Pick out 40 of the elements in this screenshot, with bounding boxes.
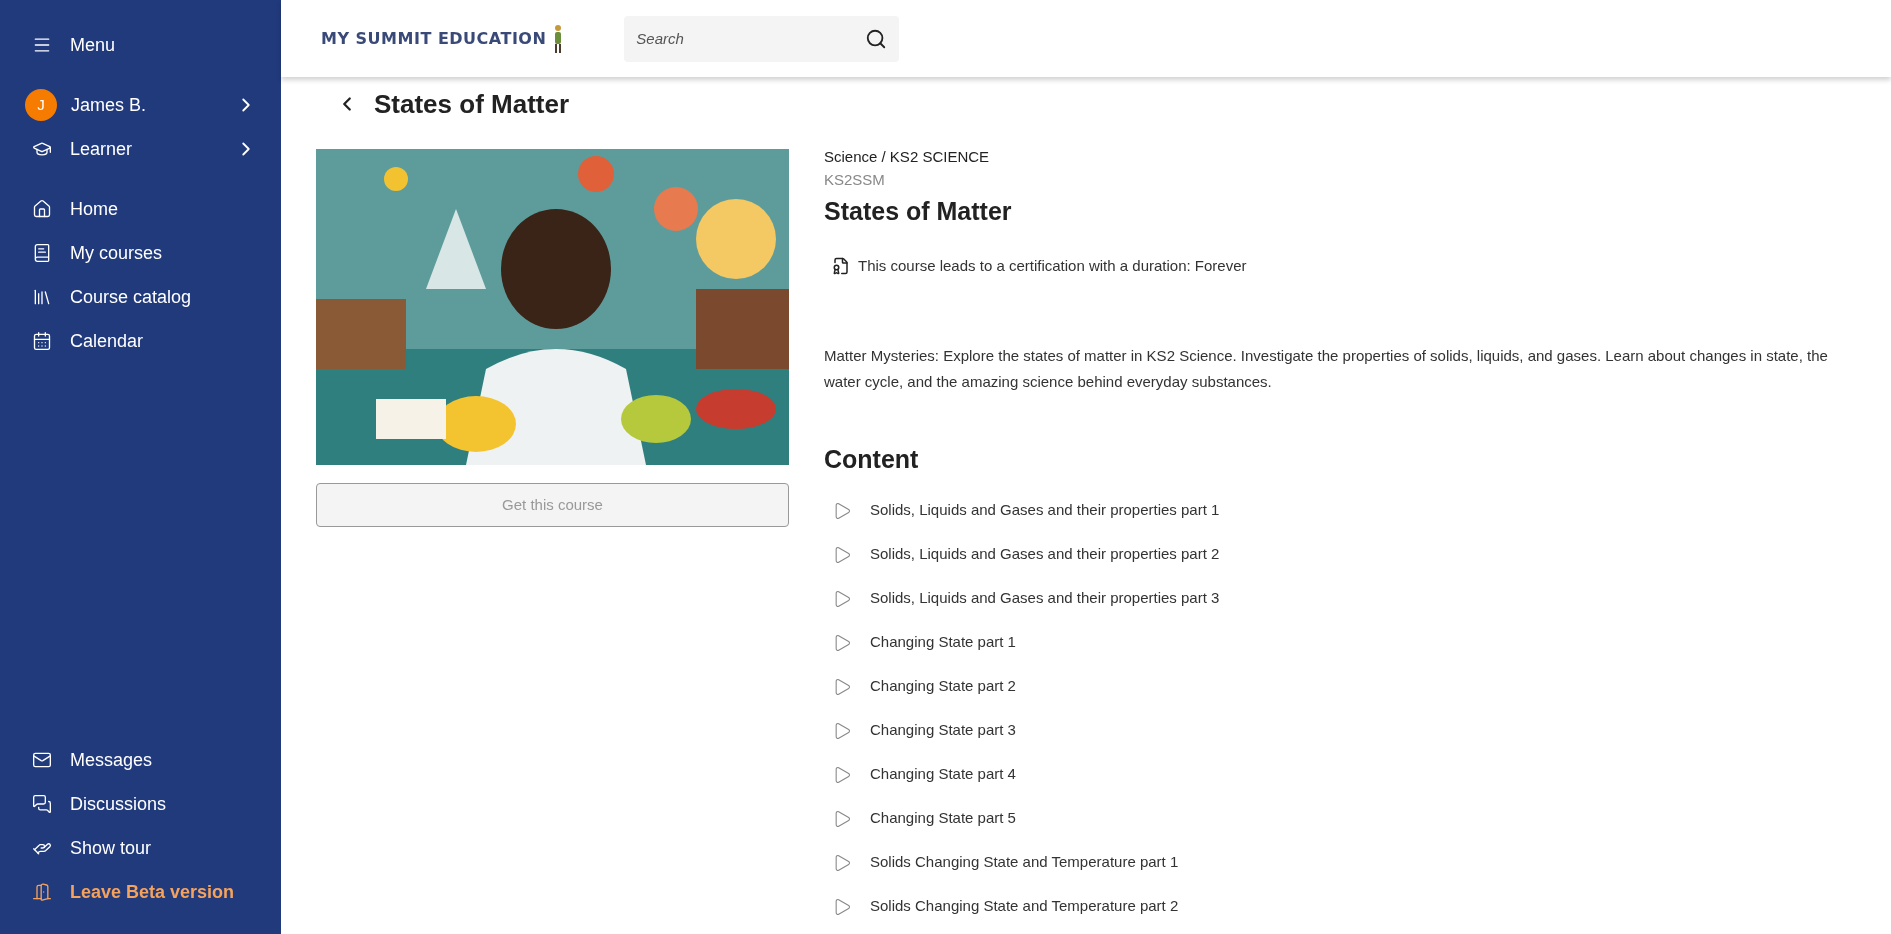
search-icon[interactable] <box>865 27 888 50</box>
lesson-link[interactable]: Changing State part 5 <box>870 807 1016 830</box>
breadcrumb: Science / KS2 SCIENCE <box>824 147 991 167</box>
user-avatar: J <box>25 89 57 121</box>
books-icon <box>32 287 52 307</box>
nav-link[interactable]: Calendar <box>70 327 144 355</box>
certificate-icon <box>832 256 850 275</box>
lesson-link[interactable]: Solids, Liquids and Gases and their properties part 3 <box>870 587 1220 610</box>
page-title: States of Matter <box>374 87 570 121</box>
nav-link[interactable]: Discussions <box>70 790 167 818</box>
course-title: States of Matter <box>824 196 1013 227</box>
lesson-link[interactable]: Changing State part 1 <box>870 631 1016 654</box>
lesson-link[interactable]: Solids Changing State and Temperature part 1 <box>870 851 1179 874</box>
book-icon <box>32 243 52 263</box>
nav-link[interactable]: Home <box>70 195 118 223</box>
lesson-link[interactable]: Solids, Liquids and Gases and their properties part 2 <box>870 543 1220 566</box>
lesson-link[interactable]: Solids, Liquids and Gases and their properties part 1 <box>870 499 1220 522</box>
lesson-link[interactable]: Solids Changing State and Temperature part 2 <box>870 895 1179 918</box>
calendar-icon <box>32 331 52 351</box>
course-description: Matter Mysteries: Explore the states of matter in KS2 Science. Investigate the properties of solids, liquids, and gases. Learn about changes in state, the water cycle, and the amazing science behind everyday substances. <box>824 346 1829 392</box>
nav-link[interactable]: Course catalog <box>70 283 192 311</box>
role-label[interactable]: Learner <box>70 135 217 163</box>
certification-text: This course leads to a certification with a duration: Forever <box>858 255 1247 276</box>
content-heading: Content <box>824 444 920 475</box>
door-icon <box>32 882 52 902</box>
nav-link[interactable]: My courses <box>70 239 163 267</box>
search-field[interactable]: Search <box>624 15 900 62</box>
user-name[interactable]: James B. <box>71 91 221 119</box>
lesson-link[interactable]: Changing State part 4 <box>870 763 1016 786</box>
lesson-link[interactable]: Changing State part 2 <box>870 675 1016 698</box>
course-code: KS2SSM <box>824 169 886 190</box>
nav-link[interactable]: Show tour <box>70 834 152 862</box>
nav-link[interactable]: Messages <box>70 746 153 774</box>
lesson-link[interactable]: Changing State part 3 <box>870 719 1016 742</box>
nav-link[interactable]: Leave Beta version <box>70 878 235 906</box>
chat-icon <box>32 794 52 814</box>
home-icon <box>32 199 52 219</box>
menu-label: Menu <box>70 33 116 57</box>
mail-icon <box>32 750 52 770</box>
logo[interactable]: MY SUMMIT EDUCATION <box>321 26 547 51</box>
